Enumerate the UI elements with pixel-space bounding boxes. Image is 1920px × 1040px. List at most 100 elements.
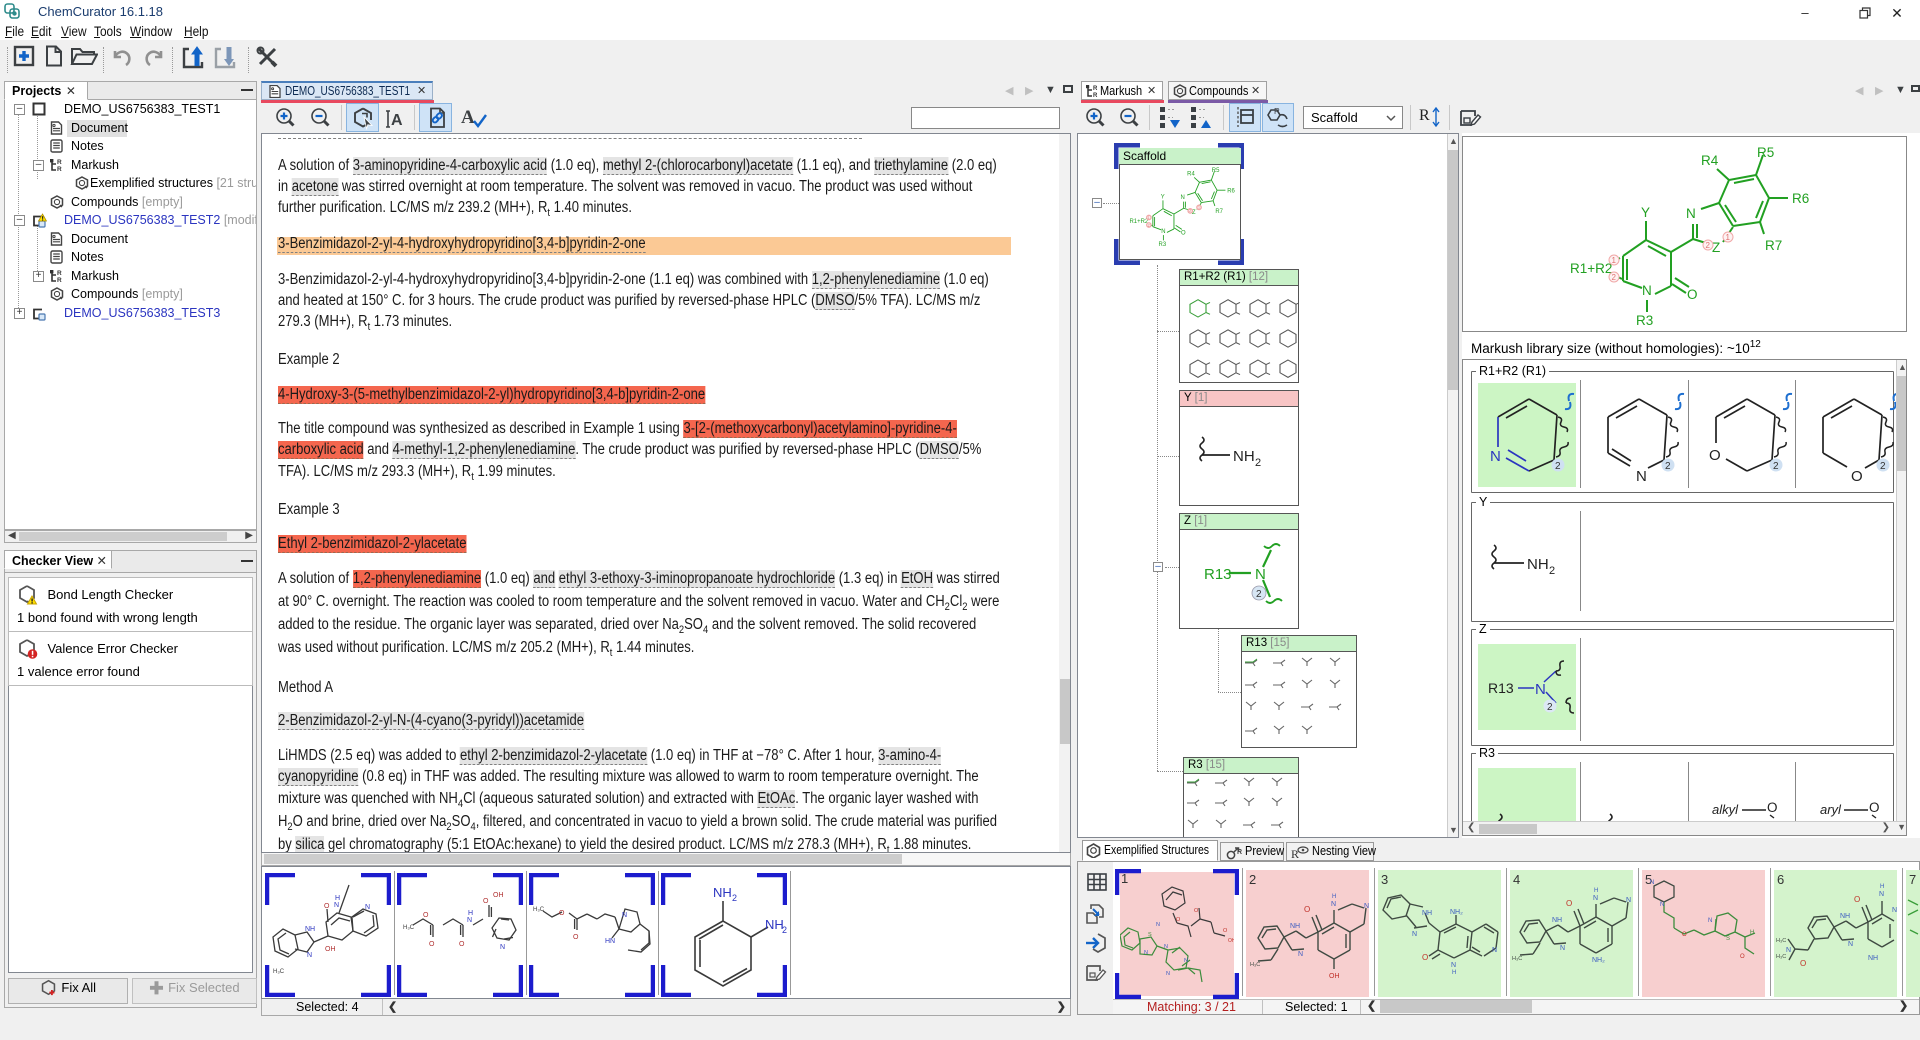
svg-text:N: N	[1636, 468, 1647, 485]
svg-text:N: N	[307, 952, 312, 959]
svg-text:OH: OH	[493, 892, 504, 899]
svg-text:H: H	[468, 910, 473, 917]
svg-text:N: N	[1626, 897, 1631, 904]
svg-text:N: N	[1412, 931, 1417, 938]
svg-text:H: H	[1750, 930, 1754, 936]
svg-text:OH: OH	[1329, 973, 1340, 980]
svg-text:N: N	[1364, 903, 1369, 910]
svg-text:R13: R13	[1204, 566, 1232, 583]
svg-text:HN: HN	[605, 938, 615, 945]
svg-text:S: S	[1726, 936, 1730, 942]
svg-text:O: O	[1740, 954, 1745, 960]
svg-text:N: N	[1164, 944, 1168, 950]
svg-text:O: O	[1800, 959, 1806, 968]
svg-text:O: O	[573, 934, 579, 941]
svg-text:N: N	[1560, 945, 1565, 952]
svg-text:NH: NH	[765, 917, 784, 932]
svg-text:H₃C: H₃C	[403, 925, 415, 931]
svg-text:R: R	[57, 277, 62, 283]
svg-text:O: O	[1682, 932, 1687, 938]
svg-text:2: 2	[1256, 589, 1262, 600]
svg-text:N: N	[1892, 907, 1897, 914]
svg-text:NH: NH	[713, 885, 732, 900]
svg-text:NH: NH	[1868, 955, 1878, 962]
svg-text:R13: R13	[1488, 680, 1514, 696]
svg-text:S: S	[1148, 932, 1152, 938]
svg-text:O: O	[1566, 899, 1572, 908]
svg-text:N: N	[1166, 971, 1170, 977]
svg-text:H: H	[335, 895, 340, 902]
svg-text:N: N	[334, 902, 339, 909]
svg-text:N: N	[622, 912, 627, 919]
svg-text:2: 2	[1255, 457, 1261, 469]
svg-text:H: H	[1452, 970, 1456, 976]
svg-text:R: R	[1237, 849, 1242, 856]
svg-text:N: N	[1593, 895, 1598, 902]
svg-text:H₃C: H₃C	[1512, 956, 1522, 962]
svg-text:N: N	[1298, 951, 1303, 958]
svg-text:H₃C: H₃C	[533, 907, 545, 913]
svg-text:NH: NH	[1840, 913, 1850, 920]
svg-text:N: N	[1660, 902, 1664, 908]
svg-text:2: 2	[1880, 461, 1886, 472]
svg-text:N: N	[467, 917, 472, 924]
svg-text:N: N	[1144, 950, 1148, 956]
svg-text:O: O	[1176, 917, 1181, 923]
svg-text:NH₂: NH₂	[1450, 909, 1463, 916]
svg-text:NH: NH	[1552, 917, 1562, 924]
svg-text:N: N	[1786, 947, 1791, 954]
svg-text:N: N	[1492, 947, 1497, 954]
svg-text:O: O	[559, 910, 565, 917]
svg-text:N: N	[1535, 681, 1546, 698]
svg-text:N: N	[1708, 918, 1712, 924]
svg-text:N: N	[1451, 962, 1456, 969]
svg-text:O: O	[324, 903, 330, 910]
svg-text:N: N	[1848, 941, 1853, 948]
svg-text:N: N	[1490, 448, 1501, 465]
svg-text:O: O	[459, 941, 465, 948]
svg-text:N: N	[500, 944, 505, 951]
svg-text:N: N	[1255, 566, 1266, 583]
svg-text:O: O	[423, 912, 429, 919]
svg-text:O: O	[429, 941, 435, 948]
svg-text:O: O	[1223, 928, 1228, 934]
svg-text:NH: NH	[1290, 923, 1300, 930]
svg-text:OH: OH	[1228, 938, 1234, 944]
svg-text:O: O	[483, 898, 489, 905]
svg-text:N: N	[1879, 891, 1884, 898]
svg-text:R: R	[1274, 107, 1280, 116]
svg-text:R: R	[57, 270, 62, 277]
svg-text:NH: NH	[1233, 448, 1255, 465]
svg-text:A: A	[391, 112, 403, 129]
svg-text:N: N	[365, 904, 370, 911]
svg-text:H₃C: H₃C	[1776, 938, 1786, 944]
svg-text:2: 2	[1665, 461, 1671, 472]
svg-text:O: O	[1194, 908, 1199, 914]
svg-text:H₃C: H₃C	[1250, 962, 1260, 968]
svg-text:NH: NH	[305, 926, 315, 933]
svg-text:R: R	[1093, 86, 1098, 92]
svg-text:O: O	[1854, 895, 1860, 904]
svg-text:H: H	[1880, 884, 1884, 890]
svg-text:NH₂: NH₂	[1592, 957, 1605, 964]
svg-text:2: 2	[782, 925, 787, 935]
svg-text:H₃C: H₃C	[1776, 954, 1786, 960]
svg-text:O: O	[1304, 905, 1310, 914]
svg-text:H: H	[1332, 894, 1336, 900]
svg-text:2: 2	[1547, 702, 1553, 713]
svg-text:N: N	[1650, 880, 1654, 886]
svg-text:NH: NH	[1422, 910, 1432, 917]
svg-text:OH: OH	[325, 946, 336, 953]
svg-text:2: 2	[1549, 565, 1555, 577]
svg-text:O: O	[1851, 468, 1863, 485]
svg-text:2: 2	[1555, 461, 1561, 472]
svg-text:R: R	[1093, 93, 1098, 98]
svg-text:N: N	[1331, 901, 1336, 908]
svg-text:NH: NH	[1527, 556, 1549, 573]
svg-text:O: O	[1709, 447, 1721, 464]
svg-text:N: N	[1156, 922, 1160, 928]
svg-text:H₃C: H₃C	[273, 969, 285, 975]
svg-text:H: H	[1594, 888, 1598, 894]
svg-text:R: R	[57, 166, 62, 172]
svg-text:2: 2	[732, 893, 737, 903]
